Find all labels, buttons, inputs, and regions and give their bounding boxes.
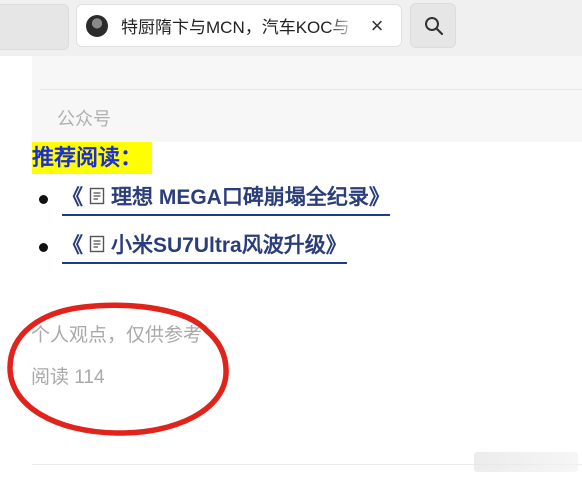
account-card[interactable]: 公众号 xyxy=(32,56,582,142)
account-label: 公众号 xyxy=(57,109,111,129)
browser-tab[interactable]: 特厨隋卞与MCN，汽车KOC与 × xyxy=(76,4,402,47)
avatar xyxy=(86,15,108,37)
document-icon xyxy=(89,236,105,253)
bullet xyxy=(39,195,48,204)
divider xyxy=(40,89,582,90)
link-title: 小米SU7Ultra风波升级 xyxy=(111,234,326,257)
search-button[interactable] xyxy=(410,3,456,48)
close-icon[interactable]: × xyxy=(367,15,387,37)
link-close-bracket: 》 xyxy=(368,186,390,209)
previous-tab-button[interactable] xyxy=(0,4,69,50)
link-title: 理想 MEGA口碑崩塌全纪录 xyxy=(111,186,369,209)
article-link[interactable]: 《 理想 MEGA口碑崩塌全纪录》 xyxy=(62,182,390,216)
bullet xyxy=(39,243,48,252)
link-open-bracket: 《 xyxy=(62,234,83,257)
watermark-image xyxy=(474,452,578,472)
link-open-bracket: 《 xyxy=(62,186,83,209)
annotation-circle xyxy=(7,302,229,436)
search-icon xyxy=(425,17,444,36)
document-icon xyxy=(89,188,105,205)
browser-top-bar: 特厨隋卞与MCN，汽车KOC与 × xyxy=(0,0,582,56)
recommended-heading: 推荐阅读： xyxy=(32,142,153,174)
article-link[interactable]: 《 小米SU7Ultra风波升级》 xyxy=(62,230,347,264)
tab-title: 特厨隋卞与MCN，汽车KOC与 xyxy=(121,18,350,37)
link-close-bracket: 》 xyxy=(325,234,347,257)
